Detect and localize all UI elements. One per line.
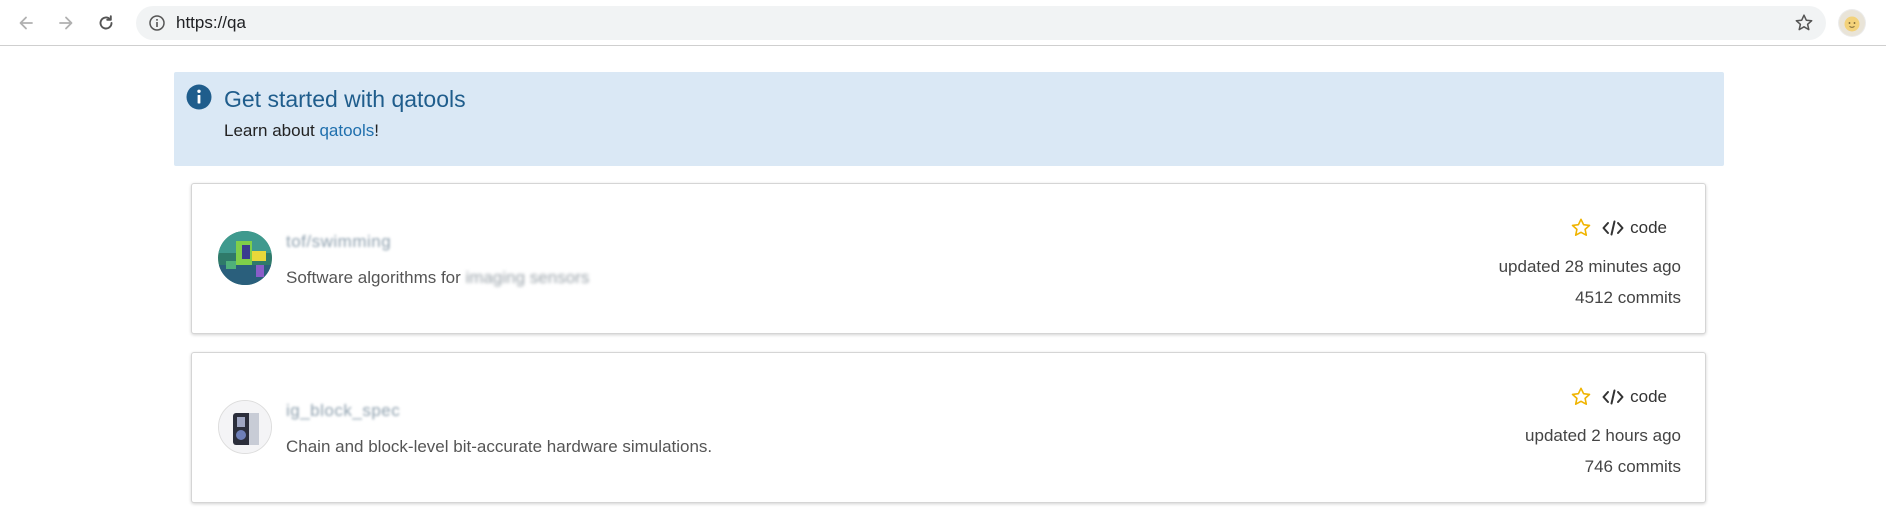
project-description-blurred: imaging sensors <box>465 268 590 287</box>
project-card[interactable]: ig_block_spec Chain and block-level bit-… <box>191 352 1706 503</box>
forward-button[interactable] <box>53 10 79 36</box>
project-description-text: Software algorithms for <box>286 268 461 287</box>
project-card[interactable]: tof/swimming Software algorithms for ima… <box>191 183 1706 334</box>
banner-description: Learn about qatools! <box>224 120 379 142</box>
project-description: Software algorithms for imaging sensors <box>286 268 589 288</box>
url-text[interactable]: https://qa <box>176 14 246 32</box>
project-avatar[interactable] <box>218 231 272 285</box>
back-icon <box>19 16 33 30</box>
profile-button[interactable] <box>1838 9 1866 37</box>
project-name[interactable]: tof/swimming <box>286 232 391 252</box>
commit-count: 746 commits <box>1584 457 1681 476</box>
code-icon <box>1602 220 1624 236</box>
reload-icon <box>99 15 113 30</box>
project-actions: code <box>1570 386 1667 408</box>
banner-desc-prefix: Learn about <box>224 121 320 140</box>
code-icon <box>1602 389 1624 405</box>
address-bar[interactable]: https://qa <box>136 6 1826 40</box>
project-description: Chain and block-level bit-accurate hardw… <box>286 437 712 457</box>
profile-icon <box>1839 10 1865 36</box>
star-icon[interactable] <box>1570 386 1592 408</box>
project-description-text: Chain and block-level bit-accurate hardw… <box>286 437 713 456</box>
banner-title: Get started with qatools <box>224 86 466 112</box>
qatools-link[interactable]: qatools <box>319 121 374 140</box>
code-link[interactable]: code <box>1602 387 1667 407</box>
back-button[interactable] <box>13 10 39 36</box>
browser-toolbar: https://qa <box>0 0 1886 46</box>
reload-button[interactable] <box>93 10 119 36</box>
forward-icon <box>59 16 73 30</box>
info-icon[interactable] <box>148 14 166 32</box>
updated-time: updated 2 hours ago <box>1525 426 1681 445</box>
banner-desc-suffix: ! <box>374 121 380 140</box>
code-link[interactable]: code <box>1602 218 1667 238</box>
bookmark-star-icon[interactable] <box>1794 13 1814 33</box>
project-actions: code <box>1570 217 1667 239</box>
project-avatar[interactable] <box>218 400 272 454</box>
info-circle-icon <box>186 84 212 110</box>
info-banner: Get started with qatools Learn about qat… <box>174 72 1724 166</box>
updated-time: updated 28 minutes ago <box>1498 257 1681 276</box>
commit-count: 4512 commits <box>1575 288 1681 307</box>
project-name[interactable]: ig_block_spec <box>286 401 400 421</box>
code-label[interactable]: code <box>1630 218 1667 238</box>
code-label[interactable]: code <box>1630 387 1667 407</box>
star-icon[interactable] <box>1570 217 1592 239</box>
